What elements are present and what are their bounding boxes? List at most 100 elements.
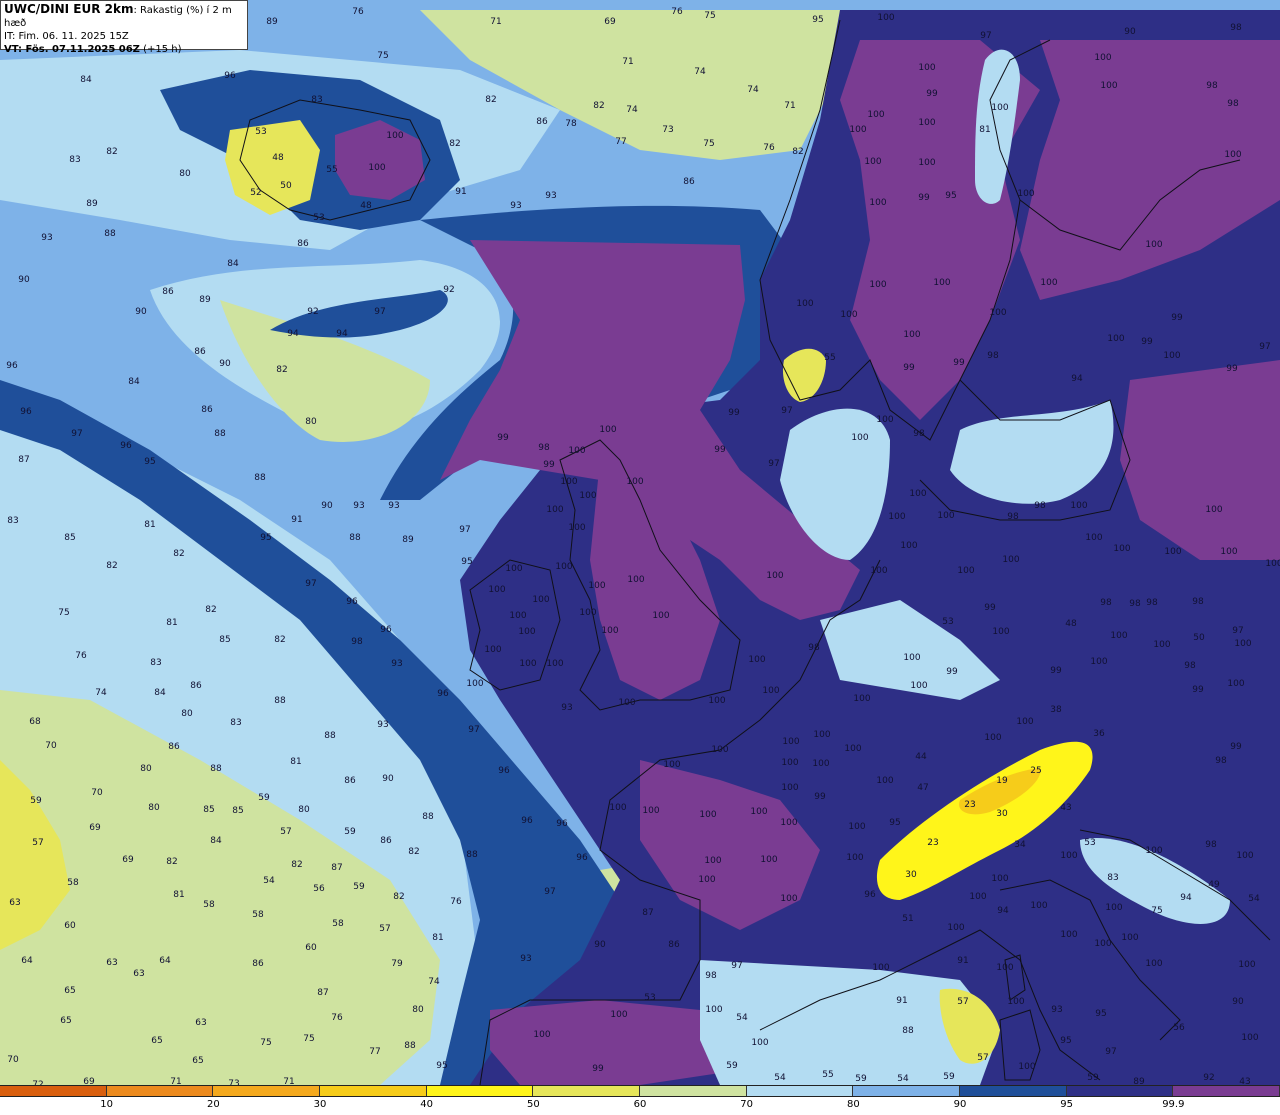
value-label: 85 bbox=[203, 805, 214, 815]
value-label: 43 bbox=[1060, 803, 1071, 813]
value-label: 100 bbox=[780, 818, 797, 828]
value-label: 97 bbox=[544, 887, 555, 897]
value-label: 94 bbox=[997, 906, 1009, 916]
value-label: 59 bbox=[1087, 1073, 1099, 1083]
value-label: 95 bbox=[1095, 1009, 1106, 1019]
value-label: 100 bbox=[947, 923, 964, 933]
value-label: 87 bbox=[331, 863, 342, 873]
value-label: 100 bbox=[1017, 189, 1034, 199]
value-label: 75 bbox=[377, 51, 388, 61]
value-label: 95 bbox=[144, 457, 155, 467]
value-label: 99 bbox=[592, 1064, 604, 1074]
value-label: 63 bbox=[9, 898, 20, 908]
value-label: 96 bbox=[346, 597, 358, 607]
value-label: 25 bbox=[1030, 766, 1041, 776]
value-label: 100 bbox=[626, 477, 643, 487]
value-label: 43 bbox=[1239, 1077, 1250, 1085]
value-label: 100 bbox=[782, 737, 799, 747]
value-label: 97 bbox=[71, 429, 82, 439]
value-label: 100 bbox=[992, 627, 1009, 637]
value-label: 100 bbox=[796, 299, 813, 309]
value-label: 97 bbox=[459, 525, 470, 535]
value-label: 100 bbox=[1107, 334, 1124, 344]
value-label: 98 bbox=[1184, 661, 1196, 671]
value-label: 98 bbox=[1206, 81, 1218, 91]
value-label: 86 bbox=[536, 117, 548, 127]
value-label: 93 bbox=[510, 201, 521, 211]
value-label: 48 bbox=[1065, 619, 1077, 629]
value-label: 57 bbox=[977, 1053, 988, 1063]
value-label: 54 bbox=[736, 1013, 748, 1023]
value-label: 88 bbox=[466, 850, 478, 860]
value-label: 60 bbox=[64, 921, 76, 931]
value-label: 56 bbox=[313, 884, 325, 894]
color-scale-tick: 70 bbox=[740, 1099, 754, 1110]
value-label: 100 bbox=[642, 806, 659, 816]
value-label: 64 bbox=[159, 956, 171, 966]
value-label: 100 bbox=[864, 157, 881, 167]
value-label: 100 bbox=[984, 733, 1001, 743]
value-label: 90 bbox=[594, 940, 606, 950]
value-label: 98 bbox=[1129, 599, 1141, 609]
value-label: 99 bbox=[953, 358, 965, 368]
value-label: 100 bbox=[900, 541, 917, 551]
value-label: 96 bbox=[120, 441, 132, 451]
value-label: 100 bbox=[766, 571, 783, 581]
value-label: 65 bbox=[64, 986, 75, 996]
value-label: 59 bbox=[353, 882, 365, 892]
value-label: 64 bbox=[21, 956, 33, 966]
model-name: UWC/DINI EUR 2km bbox=[4, 2, 134, 16]
value-label: 100 bbox=[579, 608, 596, 618]
value-label: 100 bbox=[762, 686, 779, 696]
value-label: 100 bbox=[546, 505, 563, 515]
value-label: 86 bbox=[168, 742, 180, 752]
value-label: 96 bbox=[498, 766, 510, 776]
value-label: 99 bbox=[926, 89, 938, 99]
value-label: 85 bbox=[232, 806, 243, 816]
value-label: 90 bbox=[321, 501, 333, 511]
value-label: 95 bbox=[436, 1061, 447, 1071]
value-label: 98 bbox=[1100, 598, 1112, 608]
value-label: 81 bbox=[166, 618, 177, 628]
value-label: 30 bbox=[996, 809, 1008, 819]
value-label: 80 bbox=[305, 417, 317, 427]
value-label: 85 bbox=[219, 635, 230, 645]
value-label: 100 bbox=[532, 595, 549, 605]
value-label: 100 bbox=[812, 759, 829, 769]
value-label: 38 bbox=[1050, 705, 1062, 715]
value-label: 80 bbox=[140, 764, 152, 774]
value-label: 19 bbox=[996, 776, 1008, 786]
value-label: 57 bbox=[379, 924, 390, 934]
value-label: 100 bbox=[505, 564, 522, 574]
value-label: 99 bbox=[543, 460, 555, 470]
value-label: 100 bbox=[610, 1010, 627, 1020]
value-label: 58 bbox=[332, 919, 344, 929]
value-label: 100 bbox=[760, 855, 777, 865]
value-label: 71 bbox=[622, 57, 633, 67]
value-label: 99 bbox=[1141, 337, 1153, 347]
value-label: 76 bbox=[450, 897, 462, 907]
value-label: 100 bbox=[877, 13, 894, 23]
value-label: 90 bbox=[18, 275, 30, 285]
value-label: 83 bbox=[311, 95, 322, 105]
value-label: 93 bbox=[520, 954, 531, 964]
value-label: 83 bbox=[230, 718, 241, 728]
value-label: 82 bbox=[166, 857, 177, 867]
value-label: 93 bbox=[388, 501, 399, 511]
value-label: 74 bbox=[694, 67, 706, 77]
value-label: 100 bbox=[609, 803, 626, 813]
value-label: 96 bbox=[864, 890, 876, 900]
value-label: 34 bbox=[1014, 840, 1026, 850]
value-label: 56 bbox=[1173, 1023, 1185, 1033]
value-label: 93 bbox=[561, 703, 572, 713]
value-label: 74 bbox=[428, 977, 440, 987]
color-scale-tick: 99.9 bbox=[1162, 1099, 1185, 1110]
lead-time: (+15 h) bbox=[143, 44, 182, 55]
value-label: 99 bbox=[1050, 666, 1062, 676]
value-label: 53 bbox=[1084, 838, 1095, 848]
value-label: 100 bbox=[870, 566, 887, 576]
value-label: 100 bbox=[1153, 640, 1170, 650]
color-scale-tick: 50 bbox=[526, 1099, 540, 1110]
value-label: 100 bbox=[533, 1030, 550, 1040]
value-label: 81 bbox=[432, 933, 443, 943]
